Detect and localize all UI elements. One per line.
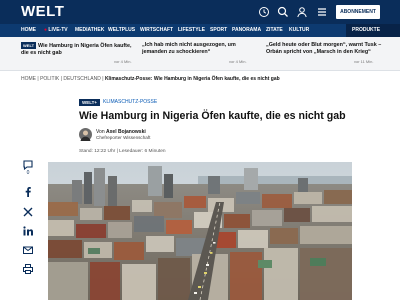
nav-item-weltplus[interactable]: WELTPLUS xyxy=(108,27,135,33)
ticker-time: vor 11 Min. xyxy=(354,59,374,64)
comments-count: 0 xyxy=(26,170,30,176)
ticker-item[interactable]: „Ich hab mich nicht ausgezogen, um jeman… xyxy=(142,42,260,56)
x-icon[interactable] xyxy=(21,205,35,219)
ticker-item[interactable]: „Geld heute oder Blut morgen“, warnt Tus… xyxy=(266,42,386,56)
menu-icon[interactable] xyxy=(316,6,328,18)
nav-item-mediathek[interactable]: MEDIATHEK xyxy=(75,27,104,33)
ticker-text: Wie Hamburg in Nigeria Öfen kaufte, die … xyxy=(21,43,132,56)
nav-item-zitate[interactable]: ZITATE xyxy=(266,27,283,33)
main-nav: HOME ● LIVE-TV MEDIATHEK WELTPLUS WIRTSC… xyxy=(0,24,400,37)
nav-item-lifestyle[interactable]: LIFESTYLE xyxy=(178,27,205,33)
nav-item-home[interactable]: HOME xyxy=(21,27,36,33)
author-role: Chefreporter Wissenschaft xyxy=(96,135,151,140)
clock-icon[interactable] xyxy=(258,6,270,18)
top-bar: WELT ABONNEMENT xyxy=(0,0,400,24)
nav-item-panorama[interactable]: PANORAMA xyxy=(232,27,261,33)
nav-item-live-tv[interactable]: ● LIVE-TV xyxy=(44,27,68,33)
ticker-item[interactable]: WELT Wie Hamburg in Nigeria Öfen kaufte, … xyxy=(21,42,136,57)
breadcrumb: HOME | POLITIK | DEUTSCHLAND | Klimaschu… xyxy=(21,76,280,82)
user-icon[interactable] xyxy=(296,6,308,18)
ticker-badge: WELT xyxy=(21,42,37,49)
search-icon[interactable] xyxy=(277,6,289,18)
breadcrumb-item[interactable]: POLITIK xyxy=(40,76,59,82)
hero-image[interactable] xyxy=(48,162,352,300)
print-icon[interactable] xyxy=(21,262,35,276)
author-avatar[interactable] xyxy=(79,128,92,141)
breadcrumb-item[interactable]: HOME xyxy=(21,76,36,82)
linkedin-icon[interactable] xyxy=(21,224,35,238)
article-kicker: KLIMASCHUTZ-POSSE xyxy=(103,99,158,105)
article-meta: Stand: 12:22 Uhr | Lesedauer: 6 Minuten xyxy=(79,149,166,154)
breadcrumb-current: Klimaschutz-Posse: Wie Hamburg in Nigeri… xyxy=(104,76,280,82)
breadcrumb-item[interactable]: DEUTSCHLAND xyxy=(63,76,101,82)
nav-item-sport[interactable]: SPORT xyxy=(210,27,227,33)
nav-item-label: LIVE-TV xyxy=(48,27,68,33)
facebook-icon[interactable] xyxy=(21,185,35,199)
nav-item-wirtschaft[interactable]: WIRTSCHAFT xyxy=(140,27,173,33)
nav-item-kultur[interactable]: KULTUR xyxy=(289,27,309,33)
subscribe-button[interactable]: ABONNEMENT xyxy=(336,5,380,19)
news-ticker: WELT Wie Hamburg in Nigeria Öfen kaufte, … xyxy=(0,37,400,71)
weltplus-badge: WELT+ xyxy=(79,99,101,106)
city-skyline-image xyxy=(48,162,352,300)
ticker-time: vor 4 Min. xyxy=(114,59,132,64)
welt-logo[interactable]: WELT xyxy=(21,3,64,20)
ticker-time: vor 4 Min. xyxy=(229,59,247,64)
products-menu[interactable]: PRODUKTE xyxy=(346,24,400,37)
article-headline: Wie Hamburg in Nigeria Öfen kaufte, die … xyxy=(79,110,346,122)
mail-icon[interactable] xyxy=(21,243,35,257)
